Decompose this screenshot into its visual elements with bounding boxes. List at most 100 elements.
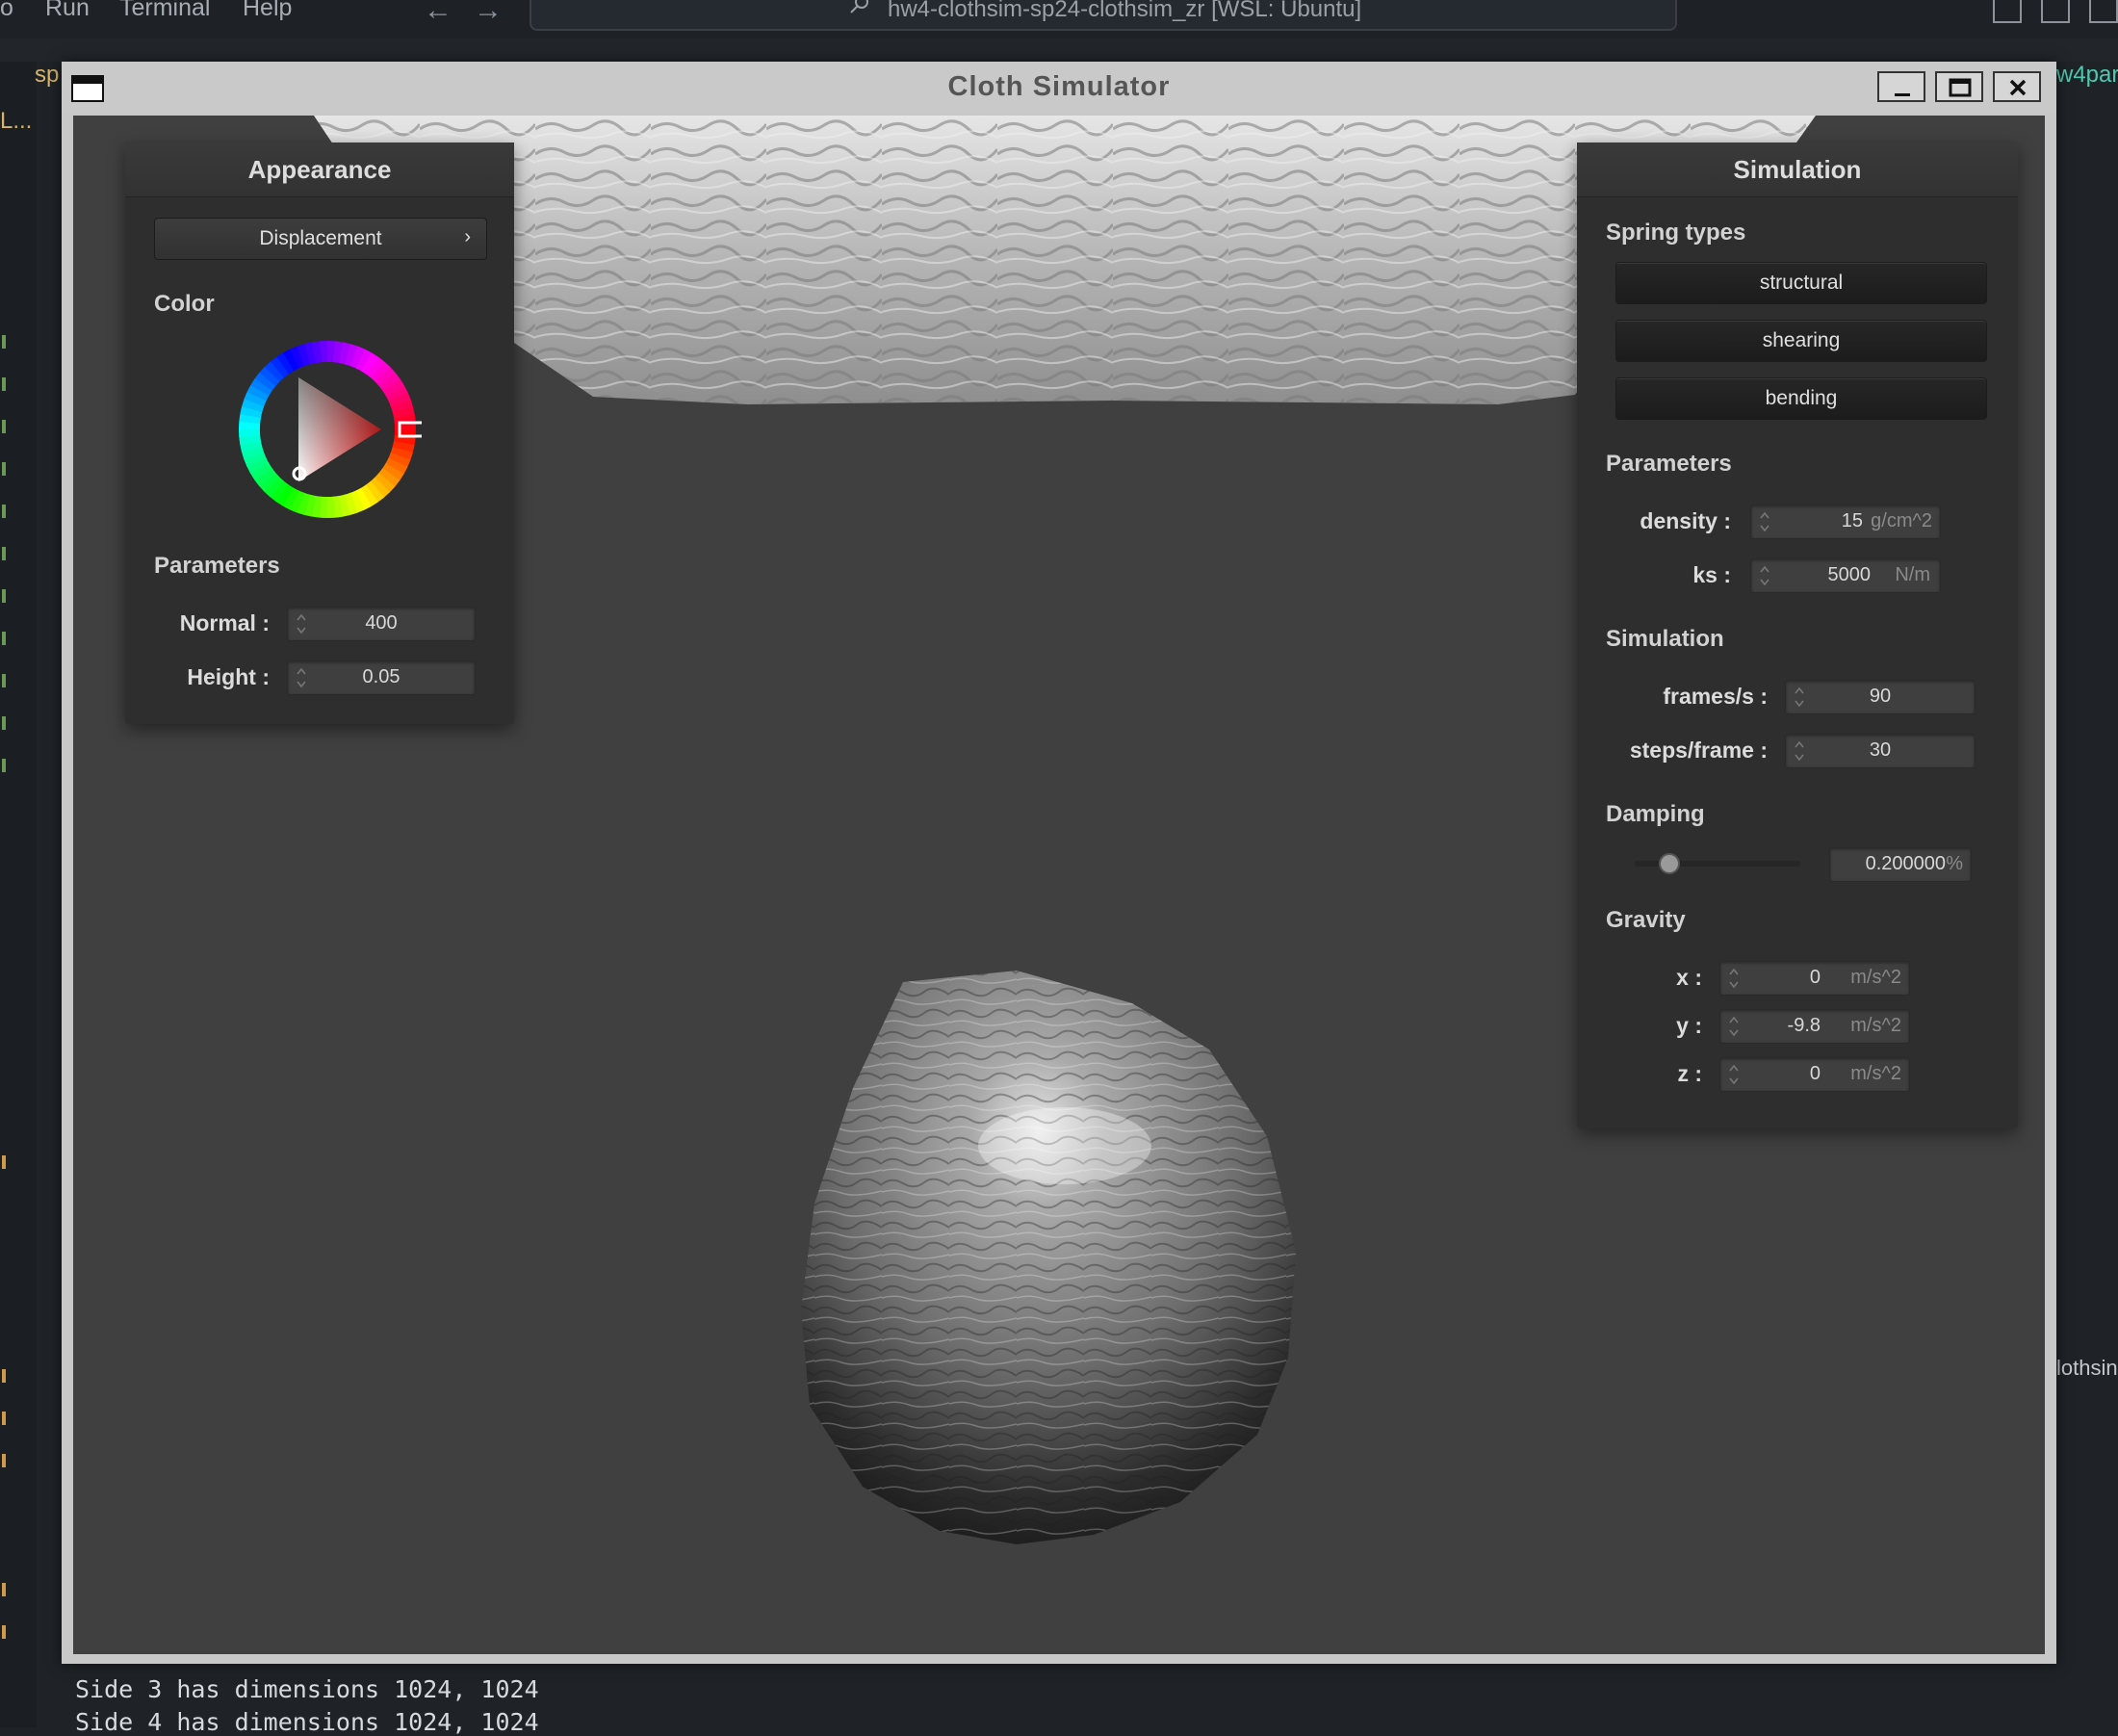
gravity-x-input[interactable]: 0 m/s^2 bbox=[1719, 961, 1910, 996]
steps-per-frame-input[interactable]: 30 bbox=[1785, 734, 1976, 768]
gravity-z-input[interactable]: 0 m/s^2 bbox=[1719, 1057, 1910, 1092]
appearance-panel: Appearance Displacement › Color Paramete… bbox=[125, 143, 514, 724]
minimize-button[interactable] bbox=[1877, 71, 1925, 102]
git-marker bbox=[2, 1454, 6, 1467]
git-marker bbox=[2, 505, 6, 518]
gravity-z-unit: m/s^2 bbox=[1850, 1063, 1901, 1084]
normal-label: Normal : bbox=[179, 610, 270, 635]
spinner-arrows-icon[interactable] bbox=[1759, 563, 1770, 588]
git-marker bbox=[2, 716, 6, 730]
density-input[interactable]: 15 g/cm^2 bbox=[1750, 505, 1941, 539]
gravity-z-label: z : bbox=[1677, 1061, 1702, 1086]
steps-per-frame-value: 30 bbox=[1869, 739, 1892, 761]
terminal-line: Side 4 has dimensions 1024, 1024 bbox=[75, 1708, 539, 1736]
normal-value: 400 bbox=[365, 612, 398, 634]
git-marker bbox=[2, 674, 6, 687]
structural-toggle-button[interactable]: structural bbox=[1615, 262, 1987, 304]
height-input[interactable]: 0.05 bbox=[287, 661, 476, 695]
vscode-menubar: o Run Terminal Help ← → hw4-clothsim-sp2… bbox=[0, 0, 2118, 39]
git-marker bbox=[2, 1369, 6, 1383]
git-marker bbox=[2, 1155, 6, 1169]
density-value: 15 bbox=[1841, 510, 1863, 531]
shader-select-button[interactable]: Displacement › bbox=[154, 218, 487, 260]
cloth-simulator-window: Cloth Simulator Appearance Displacement … bbox=[62, 62, 2056, 1664]
editor-tab-right-partial[interactable]: w4par bbox=[2056, 62, 2118, 89]
ks-label: ks : bbox=[1692, 562, 1731, 587]
color-section-label: Color bbox=[154, 291, 215, 317]
gravity-x-label: x : bbox=[1676, 965, 1702, 990]
window-titlebar[interactable]: Cloth Simulator bbox=[62, 62, 2056, 114]
gravity-y-value: -9.8 bbox=[1787, 1015, 1821, 1036]
spinner-arrows-icon[interactable] bbox=[1728, 966, 1740, 991]
git-marker bbox=[2, 1625, 6, 1639]
gravity-x-unit: m/s^2 bbox=[1850, 967, 1901, 988]
menu-item-go[interactable]: o bbox=[0, 0, 13, 22]
fps-label: frames/s : bbox=[1663, 684, 1768, 709]
git-marker bbox=[2, 1412, 6, 1425]
maximize-icon bbox=[1949, 78, 1972, 97]
command-center-search[interactable]: hw4-clothsim-sp24-clothsim_zr [WSL: Ubun… bbox=[530, 0, 1677, 31]
back-arrow-icon[interactable]: ← bbox=[424, 0, 452, 27]
maximize-button[interactable] bbox=[1935, 71, 1983, 102]
git-marker bbox=[2, 547, 6, 560]
git-marker bbox=[2, 462, 6, 476]
spring-types-label: Spring types bbox=[1606, 220, 1746, 246]
density-label: density : bbox=[1640, 508, 1731, 533]
damping-slider-knob[interactable] bbox=[1659, 853, 1681, 874]
spinner-arrows-icon[interactable] bbox=[1759, 509, 1770, 534]
vscode-tabstrip bbox=[0, 39, 2118, 62]
search-icon bbox=[850, 0, 868, 13]
sim-parameters-label: Parameters bbox=[1606, 451, 1732, 477]
spinner-arrows-icon[interactable] bbox=[1728, 1014, 1740, 1039]
menu-item-run[interactable]: Run bbox=[45, 0, 90, 22]
appearance-panel-title[interactable]: Appearance bbox=[125, 143, 514, 197]
gravity-y-unit: m/s^2 bbox=[1850, 1015, 1901, 1036]
git-marker bbox=[2, 335, 6, 349]
simulation-panel: Simulation Spring types structural shear… bbox=[1577, 143, 2018, 1128]
fps-input[interactable]: 90 bbox=[1785, 680, 1976, 714]
chevron-right-icon: › bbox=[464, 226, 471, 247]
shearing-toggle-button[interactable]: shearing bbox=[1615, 320, 1987, 362]
gravity-y-label: y : bbox=[1676, 1013, 1702, 1038]
render-viewport[interactable]: Appearance Displacement › Color Paramete… bbox=[73, 116, 2045, 1654]
damping-value: 0.200000 bbox=[1865, 853, 1946, 874]
search-text: hw4-clothsim-sp24-clothsim_zr [WSL: Ubun… bbox=[888, 0, 1362, 22]
menu-item-terminal[interactable]: Terminal bbox=[119, 0, 210, 22]
fps-value: 90 bbox=[1869, 686, 1892, 707]
damping-label: Damping bbox=[1606, 801, 1705, 827]
gravity-z-value: 0 bbox=[1809, 1063, 1821, 1084]
shader-button-label: Displacement bbox=[259, 227, 382, 249]
vscode-explorer-gutter: L... bbox=[0, 62, 37, 1727]
spinner-arrows-icon[interactable] bbox=[1728, 1062, 1740, 1087]
bending-toggle-button[interactable]: bending bbox=[1615, 377, 1987, 420]
git-marker bbox=[2, 632, 6, 645]
explorer-item-partial[interactable]: L... bbox=[0, 108, 32, 135]
ks-value: 5000 bbox=[1827, 564, 1872, 585]
normal-input[interactable]: 400 bbox=[287, 607, 476, 641]
git-marker bbox=[2, 1583, 6, 1596]
menu-item-help[interactable]: Help bbox=[243, 0, 292, 22]
simulation-panel-title[interactable]: Simulation bbox=[1577, 143, 2018, 197]
specular-highlight bbox=[978, 1107, 1151, 1184]
forward-arrow-icon[interactable]: → bbox=[474, 0, 503, 27]
close-button[interactable] bbox=[1993, 71, 2041, 102]
simulation-section-label: Simulation bbox=[1606, 626, 1724, 652]
ks-input[interactable]: 5000 N/m bbox=[1750, 558, 1941, 593]
gravity-x-value: 0 bbox=[1809, 967, 1821, 988]
sphere-wrinkles bbox=[801, 971, 1296, 1544]
git-marker bbox=[2, 589, 6, 603]
gravity-y-input[interactable]: -9.8 m/s^2 bbox=[1719, 1009, 1910, 1044]
color-wheel-picker[interactable] bbox=[239, 341, 422, 524]
height-value: 0.05 bbox=[362, 666, 400, 687]
ks-unit: N/m bbox=[1895, 564, 1930, 585]
height-label: Height : bbox=[187, 664, 270, 689]
editor-tab-partial[interactable]: sp bbox=[35, 62, 59, 89]
toggle-sidebar-icon[interactable] bbox=[1993, 0, 2022, 23]
toggle-panel-icon[interactable] bbox=[2041, 0, 2070, 23]
close-icon bbox=[2009, 79, 2027, 96]
git-marker bbox=[2, 377, 6, 391]
appearance-parameters-label: Parameters bbox=[154, 553, 280, 579]
damping-input[interactable]: 0.200000 % bbox=[1829, 847, 1972, 882]
terminal-tab-partial[interactable]: lothsin bbox=[2056, 1356, 2118, 1381]
toggle-secondary-sidebar-icon[interactable] bbox=[2089, 0, 2118, 23]
